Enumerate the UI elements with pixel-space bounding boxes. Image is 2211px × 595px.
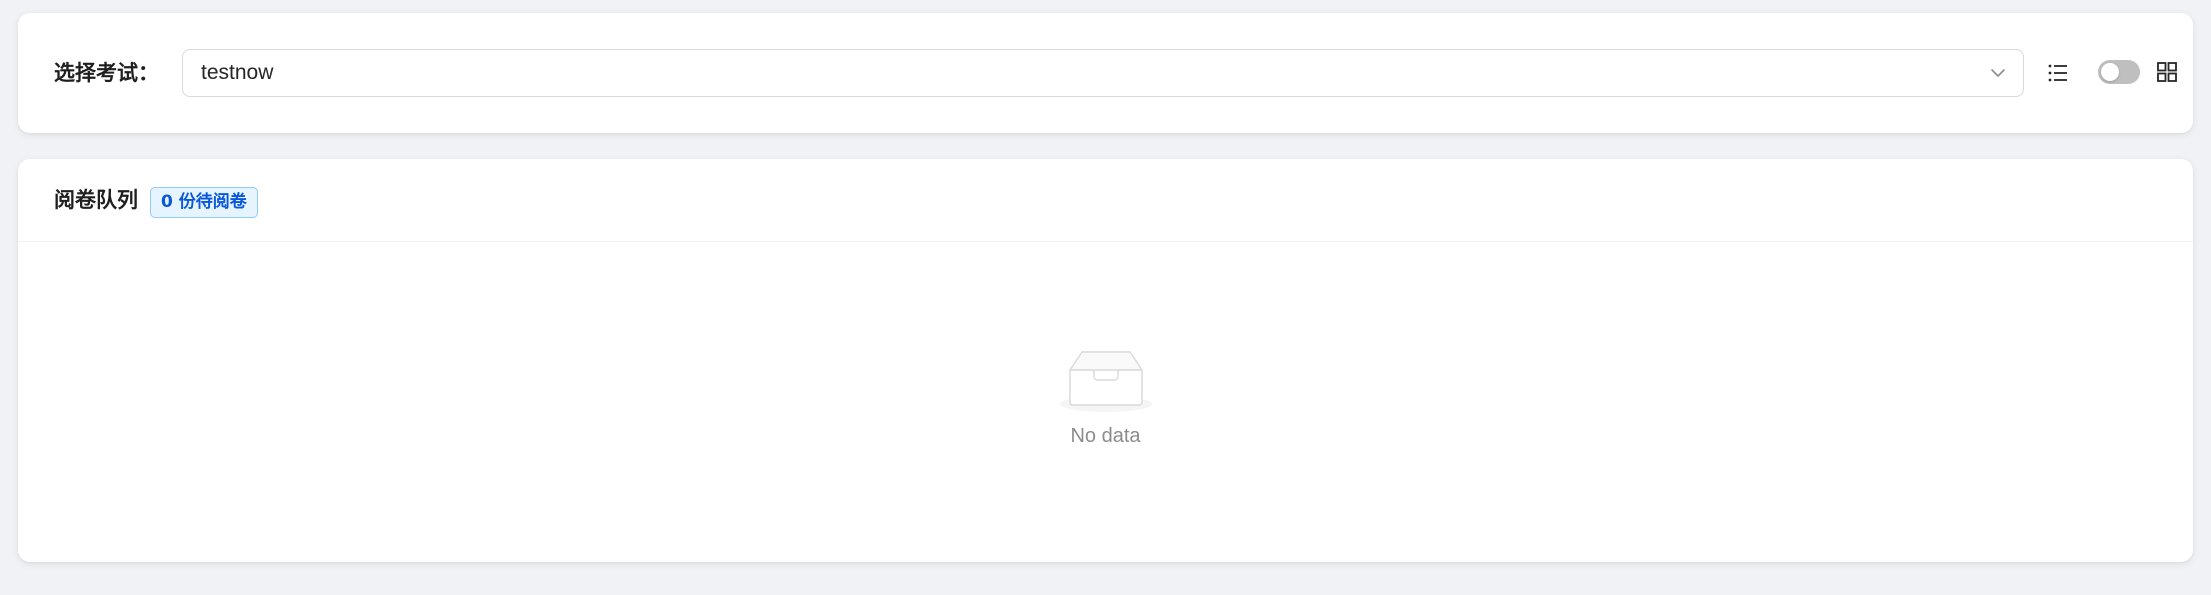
exam-select-label: 选择考试： [54,61,159,85]
chevron-down-icon [1991,69,2005,77]
queue-header: 阅卷队列 0 份待阅卷 [18,159,2193,242]
list-icon[interactable] [2046,61,2070,85]
empty-message: No data [1070,425,1141,447]
grading-queue-card: 阅卷队列 0 份待阅卷 No data [18,159,2193,562]
empty-state: No data [18,242,2193,562]
empty-inbox-icon [1060,351,1152,412]
exam-filter-card: 选择考试： testnow [18,13,2193,133]
view-mode-toggle[interactable] [2098,60,2140,84]
toggle-knob [2101,63,2119,81]
view-mode-controls [2046,59,2178,89]
queue-title: 阅卷队列 [54,188,138,212]
exam-select-value: testnow [201,61,274,84]
grid-icon[interactable] [2156,61,2178,83]
pending-count-badge: 0 份待阅卷 [150,187,258,218]
exam-select[interactable]: testnow [182,49,2024,97]
